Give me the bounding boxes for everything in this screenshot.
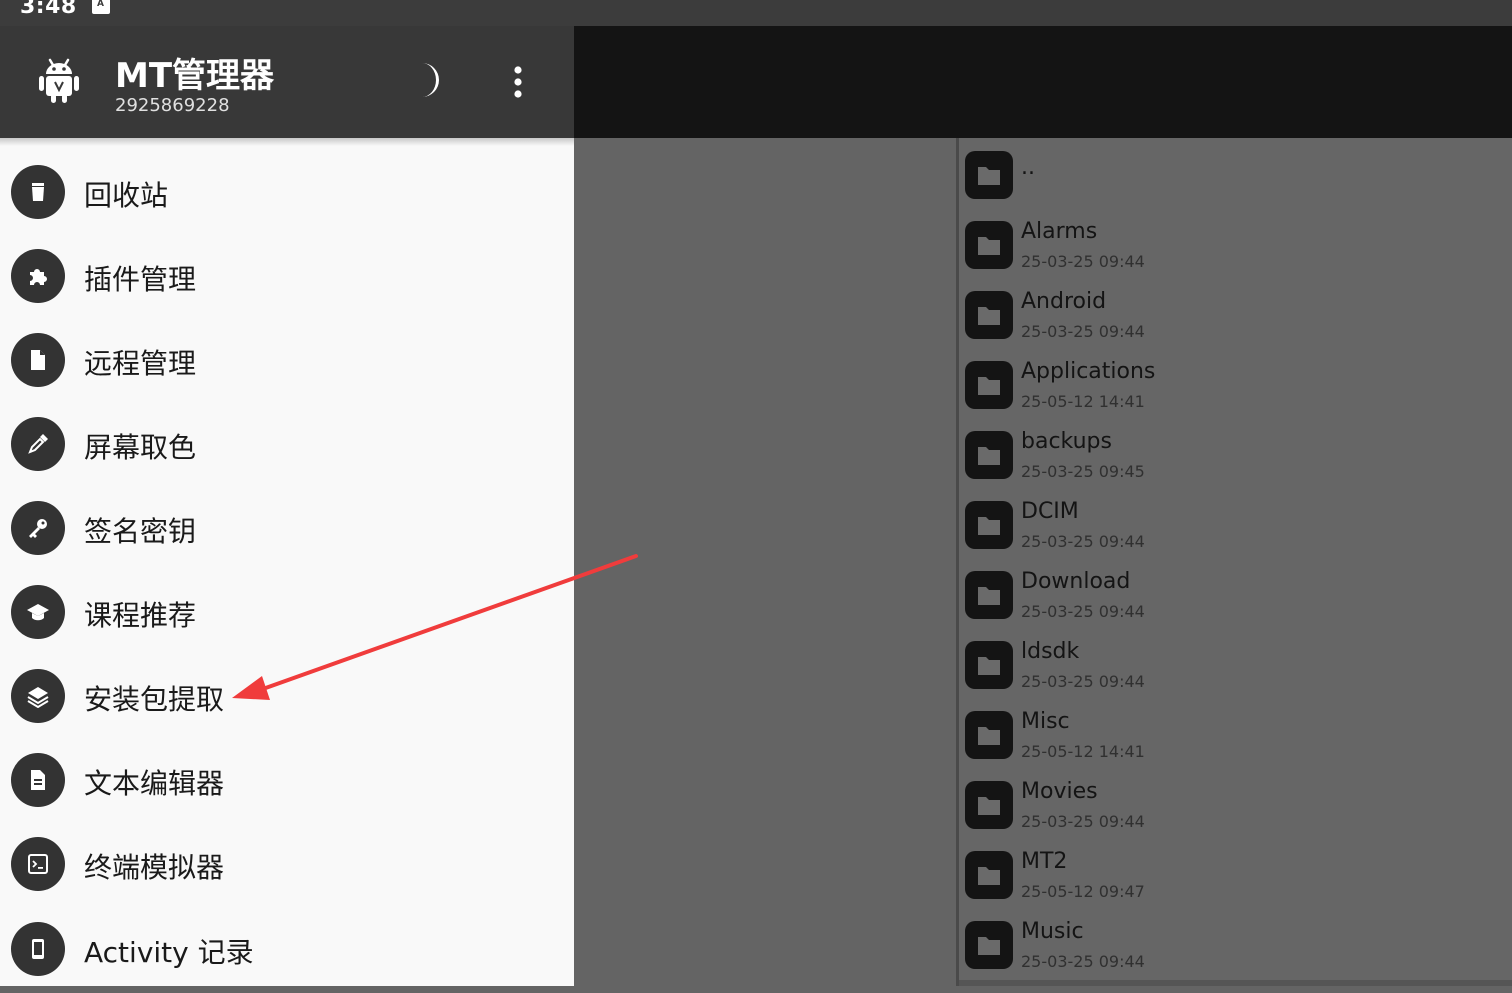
menu-item-recycle-bin[interactable]: 回收站	[0, 152, 574, 236]
menu-item-remote[interactable]: 远程管理	[0, 320, 574, 404]
file-date: 25-03-25 09:44	[1021, 602, 1145, 621]
navigation-drawer: MT管理器 2925869228 回收站 插件管理 远程管理 屏幕取色 签名密钥…	[0, 26, 574, 986]
menu-item-label: 回收站	[84, 179, 169, 212]
left-file-pane[interactable]	[574, 138, 956, 986]
file-name: backups	[1021, 429, 1112, 454]
folder-icon	[965, 501, 1013, 549]
folder-icon	[965, 851, 1013, 899]
file-name: MT2	[1021, 849, 1068, 874]
menu-item-label: 屏幕取色	[84, 431, 197, 464]
menu-item-apk-extract[interactable]: 安装包提取	[0, 656, 574, 740]
header-shadow	[0, 138, 574, 146]
a-notification-icon: A	[92, 0, 110, 14]
phone-icon	[11, 922, 65, 976]
menu-item-label: 课程推荐	[84, 599, 197, 632]
menu-item-color-picker[interactable]: 屏幕取色	[0, 404, 574, 488]
menu-item-text-editor[interactable]: 文本编辑器	[0, 740, 574, 824]
folder-icon	[965, 151, 1013, 199]
menu-item-activity-log[interactable]: Activity 记录	[0, 909, 574, 993]
app-subtitle: 2925869228	[115, 95, 230, 116]
folder-icon	[965, 711, 1013, 759]
file-row[interactable]: Download 25-03-25 09:44	[959, 561, 1512, 631]
file-row[interactable]: Applications 25-05-12 14:41	[959, 351, 1512, 421]
terminal-icon	[11, 837, 65, 891]
graduation-cap-icon	[11, 585, 65, 639]
folder-icon	[965, 781, 1013, 829]
folder-icon	[965, 921, 1013, 969]
menu-item-label: 文本编辑器	[84, 767, 225, 800]
file-date: 25-03-25 09:44	[1021, 322, 1145, 341]
file-date: 25-03-25 09:44	[1021, 252, 1145, 271]
more-vert-icon[interactable]	[506, 64, 530, 100]
puzzle-icon	[11, 249, 65, 303]
eyedropper-icon	[11, 417, 65, 471]
file-name: ..	[1021, 155, 1035, 180]
file-row[interactable]: Android 25-03-25 09:44	[959, 281, 1512, 351]
file-date: 25-03-25 09:44	[1021, 952, 1145, 971]
bottom-divider	[959, 980, 1512, 986]
file-row[interactable]: Movies 25-03-25 09:44	[959, 771, 1512, 841]
file-row[interactable]: DCIM 25-03-25 09:44	[959, 491, 1512, 561]
file-name: Android	[1021, 289, 1107, 314]
folder-icon	[965, 571, 1013, 619]
file-date: 25-03-25 09:44	[1021, 812, 1145, 831]
status-bar: 3:48 A	[0, 0, 1512, 26]
file-row[interactable]: backups 25-03-25 09:45	[959, 421, 1512, 491]
drawer-header: MT管理器 2925869228	[0, 26, 574, 138]
file-row[interactable]: Alarms 25-03-25 09:44	[959, 211, 1512, 281]
file-name: Download	[1021, 569, 1131, 594]
menu-item-label: 插件管理	[84, 263, 197, 296]
menu-item-courses[interactable]: 课程推荐	[0, 572, 574, 656]
file-row[interactable]: MT2 25-05-12 09:47	[959, 841, 1512, 911]
file-row[interactable]: Music 25-03-25 09:44	[959, 911, 1512, 981]
right-file-pane[interactable]: .. Alarms 25-03-25 09:44 Android 25-03-2…	[959, 138, 1512, 984]
a-notification-letter: A	[97, 0, 104, 9]
file-name: Movies	[1021, 779, 1098, 804]
file-date: 25-03-25 09:44	[1021, 672, 1145, 691]
menu-item-label: 签名密钥	[84, 515, 197, 548]
file-name: DCIM	[1021, 499, 1079, 524]
folder-icon	[965, 361, 1013, 409]
document-icon	[11, 753, 65, 807]
status-time: 3:48	[20, 0, 77, 19]
file-name: Applications	[1021, 359, 1156, 384]
file-date: 25-05-12 14:41	[1021, 392, 1145, 411]
folder-icon	[965, 431, 1013, 479]
android-icon	[39, 58, 79, 103]
menu-item-terminal[interactable]: 终端模拟器	[0, 824, 574, 908]
folder-icon	[965, 221, 1013, 269]
file-icon	[11, 333, 65, 387]
folder-icon	[965, 641, 1013, 689]
file-name: Music	[1021, 919, 1084, 944]
key-icon	[11, 501, 65, 555]
file-name: Alarms	[1021, 219, 1098, 244]
file-date: 25-05-12 09:47	[1021, 882, 1145, 901]
app-title: MT管理器	[115, 56, 275, 96]
menu-item-label: Activity 记录	[84, 936, 254, 969]
file-date: 25-03-25 09:44	[1021, 532, 1145, 551]
parent-folder-row[interactable]: ..	[959, 141, 1512, 211]
file-row[interactable]: Misc 25-05-12 14:41	[959, 701, 1512, 771]
menu-item-plugins[interactable]: 插件管理	[0, 236, 574, 320]
moon-icon[interactable]	[416, 60, 450, 100]
file-name: Misc	[1021, 709, 1070, 734]
file-date: 25-03-25 09:45	[1021, 462, 1145, 481]
menu-item-label: 终端模拟器	[84, 851, 225, 884]
layers-icon	[11, 669, 65, 723]
file-row[interactable]: ldsdk 25-03-25 09:44	[959, 631, 1512, 701]
menu-item-label: 安装包提取	[84, 683, 225, 716]
file-name: ldsdk	[1021, 639, 1080, 664]
file-date: 25-05-12 14:41	[1021, 742, 1145, 761]
folder-icon	[965, 291, 1013, 339]
file-toolbar	[574, 26, 1512, 138]
menu-item-label: 远程管理	[84, 347, 197, 380]
menu-item-signing-key[interactable]: 签名密钥	[0, 488, 574, 572]
trash-icon	[11, 165, 65, 219]
